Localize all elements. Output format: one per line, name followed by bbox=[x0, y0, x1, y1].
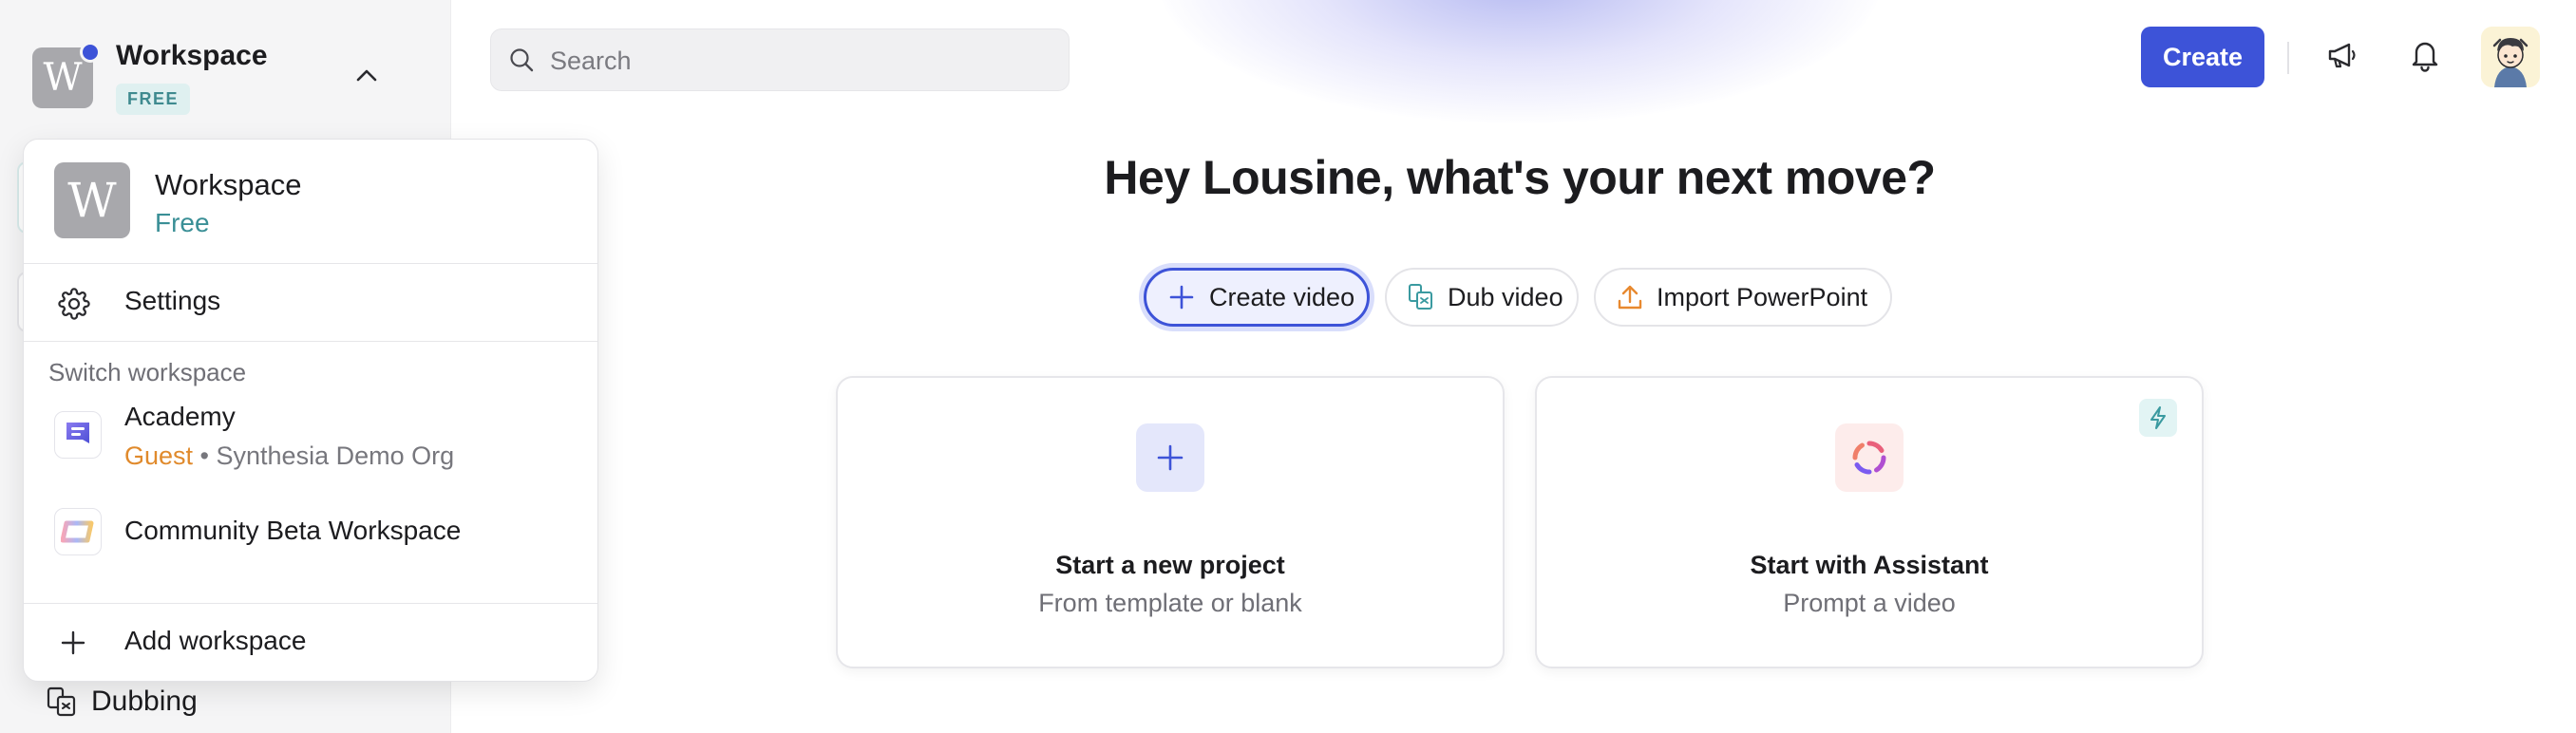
meta-separator: • bbox=[193, 442, 217, 470]
workspace-name: Workspace bbox=[116, 40, 268, 71]
menu-divider bbox=[24, 603, 597, 604]
workspace-avatar-initial: W bbox=[43, 56, 83, 100]
card-subtitle: Prompt a video bbox=[1783, 589, 1956, 617]
dub-video-label: Dub video bbox=[1448, 282, 1563, 311]
switch-workspace-heading: Switch workspace bbox=[48, 358, 247, 386]
search-icon bbox=[508, 47, 535, 73]
import-powerpoint-label: Import PowerPoint bbox=[1657, 282, 1868, 311]
card-title: Start with Assistant bbox=[1750, 551, 1989, 579]
workspace-item-name: Academy bbox=[124, 402, 236, 431]
current-workspace-plan: Free bbox=[155, 208, 210, 237]
chevron-up-icon[interactable] bbox=[353, 63, 380, 89]
menu-divider bbox=[24, 263, 597, 264]
start-new-project-card[interactable]: Start a new project From template or bla… bbox=[836, 376, 1505, 668]
megaphone-icon[interactable] bbox=[2325, 38, 2359, 72]
upload-icon bbox=[1617, 283, 1643, 311]
academy-logo bbox=[54, 411, 102, 459]
workspace-avatar-initial: W bbox=[67, 173, 117, 228]
plus-icon bbox=[1136, 423, 1204, 492]
hero-glow bbox=[1159, 0, 1881, 123]
sidebar-item-dubbing[interactable]: Dubbing bbox=[46, 682, 198, 722]
search-bar[interactable] bbox=[490, 28, 1070, 92]
workspace-item-meta: Guest • Synthesia Demo Org bbox=[124, 442, 454, 471]
gear-icon bbox=[58, 288, 90, 320]
sidebar-item-label: Dubbing bbox=[91, 686, 198, 717]
workspace-role: Guest bbox=[124, 442, 194, 470]
page-title: Hey Lousine, what's your next move? bbox=[1104, 151, 1936, 204]
dubbing-icon bbox=[46, 686, 78, 718]
search-input[interactable] bbox=[548, 29, 1055, 92]
workspace-org: Synthesia Demo Org bbox=[216, 442, 455, 470]
workspace-avatar: W bbox=[54, 162, 130, 238]
menu-item-settings[interactable]: Settings bbox=[24, 265, 597, 341]
create-video-button[interactable]: Create video bbox=[1144, 268, 1370, 327]
workspace-item-community-beta[interactable]: Community Beta Workspace bbox=[24, 493, 597, 573]
menu-item-label: Add workspace bbox=[124, 626, 307, 655]
current-workspace-name: Workspace bbox=[155, 168, 302, 201]
plus-icon bbox=[1167, 283, 1196, 311]
workspace-item-name: Community Beta Workspace bbox=[124, 516, 462, 545]
menu-divider bbox=[24, 341, 597, 342]
notification-dot bbox=[80, 42, 101, 63]
workspace-switcher[interactable]: W Workspace FREE bbox=[30, 36, 410, 122]
workspace-menu: W Workspace Free Settings Switch workspa… bbox=[23, 139, 598, 682]
card-subtitle: From template or blank bbox=[1038, 589, 1302, 617]
plus-icon bbox=[58, 628, 88, 658]
current-workspace: W Workspace Free bbox=[54, 162, 567, 240]
import-powerpoint-button[interactable]: Import PowerPoint bbox=[1594, 268, 1892, 327]
bell-icon[interactable] bbox=[2409, 38, 2441, 72]
divider bbox=[2287, 42, 2289, 74]
create-video-label: Create video bbox=[1209, 282, 1355, 311]
assistant-ring-icon bbox=[1835, 423, 1904, 492]
lightning-icon bbox=[2139, 399, 2177, 437]
community-beta-logo bbox=[54, 508, 102, 555]
dub-video-button[interactable]: Dub video bbox=[1385, 268, 1579, 327]
menu-item-add-workspace[interactable]: Add workspace bbox=[24, 605, 597, 679]
create-button[interactable]: Create bbox=[2141, 27, 2264, 87]
card-title: Start a new project bbox=[1055, 551, 1285, 579]
user-avatar[interactable] bbox=[2481, 27, 2540, 87]
dub-icon bbox=[1408, 283, 1434, 311]
start-with-assistant-card[interactable]: Start with Assistant Prompt a video bbox=[1535, 376, 2204, 668]
menu-item-label: Settings bbox=[124, 286, 221, 315]
plan-badge: FREE bbox=[116, 84, 191, 115]
